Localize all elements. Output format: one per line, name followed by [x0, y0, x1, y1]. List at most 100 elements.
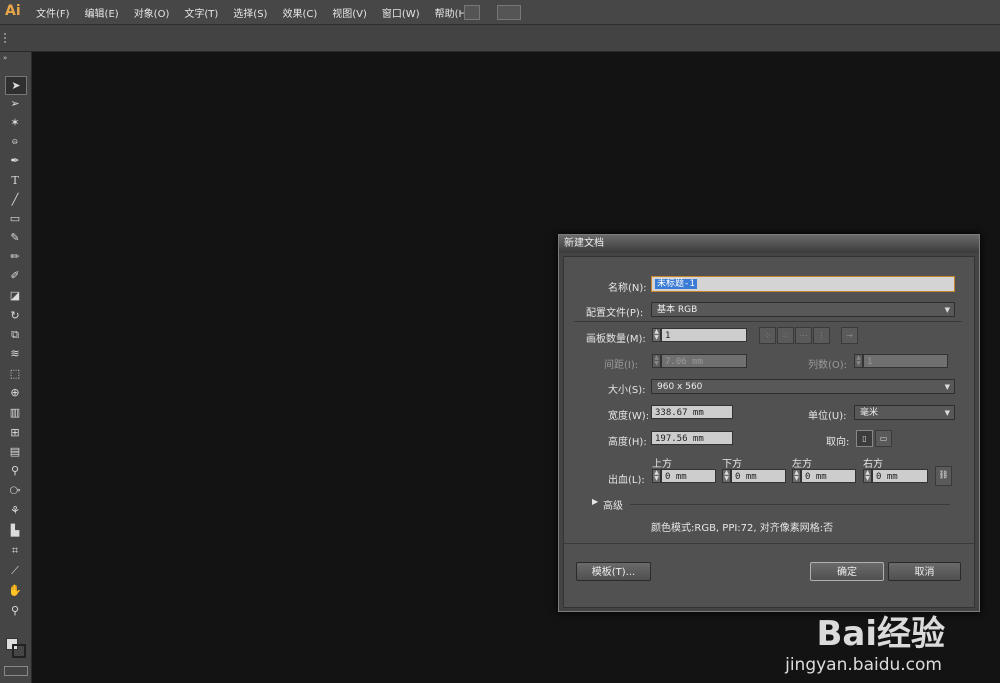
menu-bar: Ai 文件(F) 编辑(E) 对象(O) 文字(T) 选择(S) 效果(C) 视… — [0, 0, 1000, 25]
cancel-button[interactable]: 取消 — [888, 562, 961, 581]
width-field[interactable]: 338.67 mm — [651, 405, 733, 419]
hand-tool-icon[interactable]: ✋ — [5, 582, 25, 599]
tools-panel: » ➤ ➢ ✶ ဓ ✒ T ╱ ▭ ✎ ✏ ✐ ◪ ↻ ⧉ ≋ ⬚ ⊕ ▥ ⊞ … — [0, 52, 32, 683]
app-logo: Ai — [5, 3, 21, 19]
profile-select[interactable]: 基本 RGB ▼ — [651, 302, 955, 317]
pen-tool-icon[interactable]: ✒ — [5, 152, 25, 169]
artboards-field[interactable]: 1 — [661, 328, 747, 342]
watermark-url: jingyan.baidu.com — [785, 655, 942, 675]
chevron-down-icon: ▼ — [944, 409, 950, 417]
line-tool-icon[interactable]: ╱ — [5, 191, 25, 208]
menu-view[interactable]: 视图(V) — [332, 5, 367, 20]
lasso-tool-icon[interactable]: ဓ — [5, 133, 25, 150]
menu-window[interactable]: 窗口(W) — [382, 5, 420, 20]
separator — [564, 543, 974, 544]
grid-by-column-icon: ⁙ — [777, 327, 794, 344]
bleed-right-label: 右方 — [863, 459, 883, 470]
width-label: 宽度(W): — [608, 411, 650, 422]
rotate-tool-icon[interactable]: ↻ — [5, 307, 25, 324]
grid-by-row-icon: ⁘ — [759, 327, 776, 344]
new-document-dialog: 新建文档 名称(N): 未标题-1 配置文件(P): 基本 RGB ▼ 画板数量… — [558, 234, 980, 612]
bleed-left-stepper[interactable]: ▲ ▼ — [792, 469, 801, 483]
mesh-tool-icon[interactable]: ⊞ — [5, 424, 25, 441]
arrange-by-column-icon: ⋮ — [813, 327, 830, 344]
free-transform-tool-icon[interactable]: ⬚ — [5, 365, 25, 382]
slice-tool-icon[interactable]: ⟋ — [5, 562, 25, 579]
bleed-left-field[interactable]: 0 mm — [801, 469, 856, 483]
bridge-icon[interactable] — [464, 5, 480, 20]
screen-mode-icon[interactable] — [4, 666, 28, 676]
height-field[interactable]: 197.56 mm — [651, 431, 733, 445]
blob-brush-tool-icon[interactable]: ✐ — [5, 267, 25, 284]
type-tool-icon[interactable]: T — [5, 172, 25, 189]
magic-wand-tool-icon[interactable]: ✶ — [5, 114, 25, 131]
menu-list: 文件(F) 编辑(E) 对象(O) 文字(T) 选择(S) 效果(C) 视图(V… — [36, 5, 485, 20]
perspective-grid-tool-icon[interactable]: ▥ — [5, 404, 25, 421]
eraser-tool-icon[interactable]: ◪ — [5, 287, 25, 304]
size-label: 大小(S): — [608, 385, 646, 396]
warp-tool-icon[interactable]: ≋ — [5, 345, 25, 362]
bleed-right-stepper[interactable]: ▲ ▼ — [863, 469, 872, 483]
watermark-brand: Bai经验 — [816, 614, 945, 654]
columns-stepper: ▲ ▼ — [854, 354, 863, 368]
orientation-label: 取向: — [826, 437, 850, 448]
bleed-right-field[interactable]: 0 mm — [872, 469, 928, 483]
ok-button[interactable]: 确定 — [810, 562, 884, 581]
portrait-orientation-icon[interactable]: ▯ — [856, 430, 873, 447]
artboards-stepper[interactable]: ▲ ▼ — [652, 328, 661, 342]
size-select[interactable]: 960 x 560 ▼ — [651, 379, 955, 394]
name-label: 名称(N): — [608, 283, 647, 294]
menu-edit[interactable]: 编辑(E) — [85, 5, 119, 20]
separator — [574, 321, 962, 322]
bleed-top-field[interactable]: 0 mm — [661, 469, 716, 483]
scale-tool-icon[interactable]: ⧉ — [5, 326, 25, 343]
chevron-down-icon: ▼ — [944, 306, 950, 314]
artboards-label: 画板数量(M): — [586, 334, 646, 345]
gradient-tool-icon[interactable]: ▤ — [5, 443, 25, 460]
shape-builder-tool-icon[interactable]: ⊕ — [5, 384, 25, 401]
name-field-value: 未标题-1 — [655, 279, 697, 289]
panel-collapse-icon[interactable]: » — [3, 54, 7, 62]
menu-effect[interactable]: 效果(C) — [282, 5, 317, 20]
bleed-left-label: 左方 — [792, 459, 812, 470]
bleed-bottom-stepper[interactable]: ▲ ▼ — [722, 469, 731, 483]
stroke-swatch-icon[interactable] — [12, 644, 26, 658]
menu-type[interactable]: 文字(T) — [184, 5, 218, 20]
control-bar-grip-icon[interactable] — [4, 33, 8, 43]
eyedropper-tool-icon[interactable]: ⚲ — [5, 462, 25, 479]
separator — [630, 504, 950, 505]
artboard-tool-icon[interactable]: ⌗ — [5, 542, 25, 559]
column-graph-tool-icon[interactable]: ▙ — [5, 522, 25, 539]
menu-select[interactable]: 选择(S) — [233, 5, 267, 20]
zoom-tool-icon[interactable]: ⚲ — [5, 602, 25, 619]
document-info-text: 颜色模式:RGB, PPI:72, 对齐像素网格:否 — [651, 523, 834, 534]
profile-label: 配置文件(P): — [586, 308, 644, 319]
link-bleed-icon[interactable]: ⛓ — [935, 466, 952, 486]
bleed-bottom-field[interactable]: 0 mm — [731, 469, 786, 483]
name-field[interactable]: 未标题-1 — [651, 276, 955, 292]
landscape-orientation-icon[interactable]: ▭ — [875, 430, 892, 447]
bleed-top-stepper[interactable]: ▲ ▼ — [652, 469, 661, 483]
bleed-label: 出血(L): — [608, 475, 645, 486]
selection-tool-icon[interactable]: ➤ — [5, 76, 27, 95]
control-bar — [0, 25, 1000, 52]
rectangle-tool-icon[interactable]: ▭ — [5, 210, 25, 227]
menu-file[interactable]: 文件(F) — [36, 5, 70, 20]
advanced-label[interactable]: 高级 — [603, 497, 623, 512]
dialog-body: 名称(N): 未标题-1 配置文件(P): 基本 RGB ▼ 画板数量(M): … — [563, 256, 975, 608]
arrange-documents-icon[interactable] — [497, 5, 521, 20]
bleed-top-label: 上方 — [652, 459, 672, 470]
symbol-sprayer-tool-icon[interactable]: ⚘ — [5, 502, 25, 519]
advanced-expand-icon[interactable]: ▶ — [592, 497, 598, 506]
units-select[interactable]: 毫米 ▼ — [854, 405, 955, 420]
spacing-field: 7.06 mm — [661, 354, 747, 368]
menu-object[interactable]: 对象(O) — [134, 5, 170, 20]
pencil-tool-icon[interactable]: ✏ — [5, 248, 25, 265]
direct-selection-tool-icon[interactable]: ➢ — [5, 95, 25, 112]
templates-button[interactable]: 模板(T)... — [576, 562, 651, 581]
blend-tool-icon[interactable]: ⧂ — [5, 482, 25, 499]
dialog-title: 新建文档 — [559, 235, 979, 253]
spacing-stepper: ▲ ▼ — [652, 354, 661, 368]
spacing-label: 间距(I): — [604, 360, 639, 371]
paintbrush-tool-icon[interactable]: ✎ — [5, 229, 25, 246]
